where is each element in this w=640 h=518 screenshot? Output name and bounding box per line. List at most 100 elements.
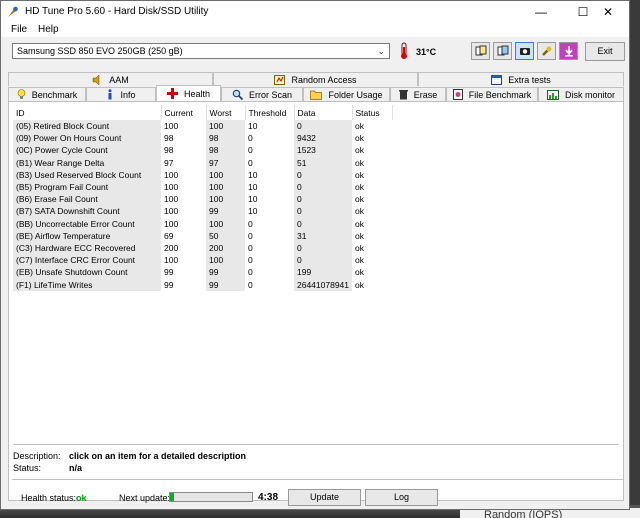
table-row[interactable]: (B3) Used Reserved Block Count 100 100 10 0 o… <box>13 168 392 181</box>
tab-file-benchmark[interactable]: File Benchmark <box>446 87 538 101</box>
cell-current: 100 <box>164 169 179 180</box>
cell-current: 100 <box>164 121 179 132</box>
cell-data: 0 <box>294 205 353 218</box>
copy-info-button[interactable] <box>471 42 490 60</box>
cell-current: 100 <box>164 255 179 266</box>
table-row[interactable]: (EB) Unsafe Shutdown Count 99 99 0 199 ok <box>13 266 392 279</box>
cell-worst: 98 <box>206 144 245 157</box>
cell-threshold: 0 <box>248 267 253 278</box>
update-button[interactable]: Update <box>288 489 361 506</box>
cell-data: 1523 <box>294 144 353 157</box>
tab-folder-usage[interactable]: Folder Usage <box>303 87 390 101</box>
column-header-status[interactable]: Status <box>352 105 393 120</box>
cell-id: (B3) Used Reserved Block Count <box>13 168 161 181</box>
cell-id: (F1) LifeTime Writes <box>13 278 161 291</box>
cell-id: (B7) SATA Downshift Count <box>13 205 161 218</box>
log-button[interactable]: Log <box>365 489 438 506</box>
window-icon <box>491 74 503 85</box>
column-header-id[interactable]: ID <box>13 105 162 120</box>
cell-threshold: 0 <box>248 145 253 156</box>
cell-data: 0 <box>294 120 353 133</box>
save-button[interactable] <box>559 42 578 60</box>
tab-aam[interactable]: AAM <box>8 72 213 86</box>
cell-status: ok <box>355 206 364 217</box>
magnifier-icon <box>232 89 243 100</box>
column-header-worst[interactable]: Worst <box>206 105 246 120</box>
cell-data: 199 <box>294 266 353 279</box>
minimize-button[interactable]: — <box>519 1 563 23</box>
table-row[interactable]: (BB) Uncorrectable Error Count 100 100 0 0 ok <box>13 217 392 230</box>
status-value: n/a <box>69 463 83 473</box>
cell-status: ok <box>355 255 364 266</box>
copy-text-button[interactable] <box>493 42 512 60</box>
table-row[interactable]: (C3) Hardware ECC Recovered 200 200 0 0 ok <box>13 241 392 255</box>
menu-file-label: File <box>11 24 28 35</box>
chevron-down-icon: ⌄ <box>377 46 385 56</box>
cell-current: 200 <box>164 242 179 253</box>
table-row[interactable]: (05) Retired Block Count 100 100 10 0 ok <box>13 120 392 133</box>
exit-button[interactable]: Exit <box>585 42 625 61</box>
tab-disk-monitor[interactable]: Disk monitor <box>538 87 624 101</box>
menu-file[interactable]: File <box>11 24 27 35</box>
tab-extra-tests[interactable]: Extra tests <box>418 72 624 86</box>
cell-threshold: 0 <box>248 255 253 266</box>
tab-extra-tests-label: Extra tests <box>508 74 551 85</box>
cell-worst: 50 <box>206 229 245 242</box>
cell-threshold: 0 <box>248 157 253 168</box>
table-row[interactable]: (0C) Power Cycle Count 98 98 0 1523 ok <box>13 144 392 157</box>
table-row[interactable]: (B7) SATA Downshift Count 100 99 10 0 ok <box>13 205 392 218</box>
cell-status: ok <box>355 194 364 205</box>
tab-error-scan[interactable]: Error Scan <box>221 87 303 101</box>
tab-info[interactable]: Info <box>86 87 156 101</box>
tab-benchmark[interactable]: Benchmark <box>8 87 86 101</box>
column-header-data[interactable]: Data <box>294 105 353 120</box>
tab-random-access[interactable]: Random Access <box>213 72 418 86</box>
table-row[interactable]: (F1) LifeTime Writes 99 99 0 26441078941 ok <box>13 278 392 291</box>
tab-random-access-label: Random Access <box>291 74 357 85</box>
cell-threshold: 10 <box>248 169 258 180</box>
cell-status: ok <box>355 242 364 253</box>
trash-icon <box>398 90 408 100</box>
cell-worst: 98 <box>206 132 245 145</box>
cell-status: ok <box>355 121 364 132</box>
table-body: (05) Retired Block Count 100 100 10 0 ok (09) … <box>13 120 392 291</box>
cell-data: 0 <box>294 180 353 194</box>
drive-select[interactable]: Samsung SSD 850 EVO 250GB (250 gB) ⌄ <box>12 43 390 59</box>
smart-attribute-list[interactable]: ID Current Worst Threshold Data Status (… <box>13 105 619 445</box>
cell-id: (BE) Airflow Temperature <box>13 229 161 242</box>
tab-health[interactable]: Health <box>156 85 221 101</box>
table-row[interactable]: (C7) Interface CRC Error Count 100 100 0 0 ok <box>13 254 392 267</box>
tab-disk-monitor-label: Disk monitor <box>564 89 615 100</box>
cell-threshold: 10 <box>248 194 258 205</box>
health-status-label: Health status: <box>21 493 77 503</box>
cell-worst: 100 <box>206 120 245 133</box>
cell-current: 98 <box>164 133 174 144</box>
cell-threshold: 10 <box>248 206 258 217</box>
cell-status: ok <box>355 133 364 144</box>
cell-data: 9432 <box>294 132 353 145</box>
cell-data: 0 <box>294 193 353 206</box>
table-row[interactable]: (B6) Erase Fail Count 100 100 10 0 ok <box>13 193 392 206</box>
title-bar[interactable]: HD Tune Pro 5.60 - Hard Disk/SSD Utility… <box>1 1 629 23</box>
table-row[interactable]: (09) Power On Hours Count 98 98 0 9432 ok <box>13 132 392 145</box>
main-window: HD Tune Pro 5.60 - Hard Disk/SSD Utility… <box>0 0 630 510</box>
options-button[interactable] <box>537 42 556 60</box>
cell-id: (05) Retired Block Count <box>13 120 161 133</box>
screenshot-button[interactable] <box>515 42 534 60</box>
cell-worst: 100 <box>206 254 245 267</box>
column-header-threshold[interactable]: Threshold <box>245 105 295 120</box>
menu-bar: File Help <box>1 23 629 37</box>
table-row[interactable]: (B1) Wear Range Delta 97 97 0 51 ok <box>13 156 392 169</box>
tab-benchmark-label: Benchmark <box>31 89 78 100</box>
column-header-current[interactable]: Current <box>161 105 207 120</box>
table-row[interactable]: (BE) Airflow Temperature 69 50 0 31 ok <box>13 229 392 242</box>
close-button[interactable]: ✕ <box>587 1 629 23</box>
menu-help[interactable]: Help <box>38 24 59 35</box>
copy-icon <box>475 45 486 56</box>
tab-erase[interactable]: Erase <box>390 87 446 101</box>
cell-threshold: 0 <box>248 133 253 144</box>
tab-file-benchmark-label: File Benchmark <box>468 89 532 100</box>
table-row[interactable]: (B5) Program Fail Count 100 100 10 0 ok <box>13 180 392 194</box>
tab-error-scan-label: Error Scan <box>248 89 292 100</box>
cell-status: ok <box>355 218 364 229</box>
